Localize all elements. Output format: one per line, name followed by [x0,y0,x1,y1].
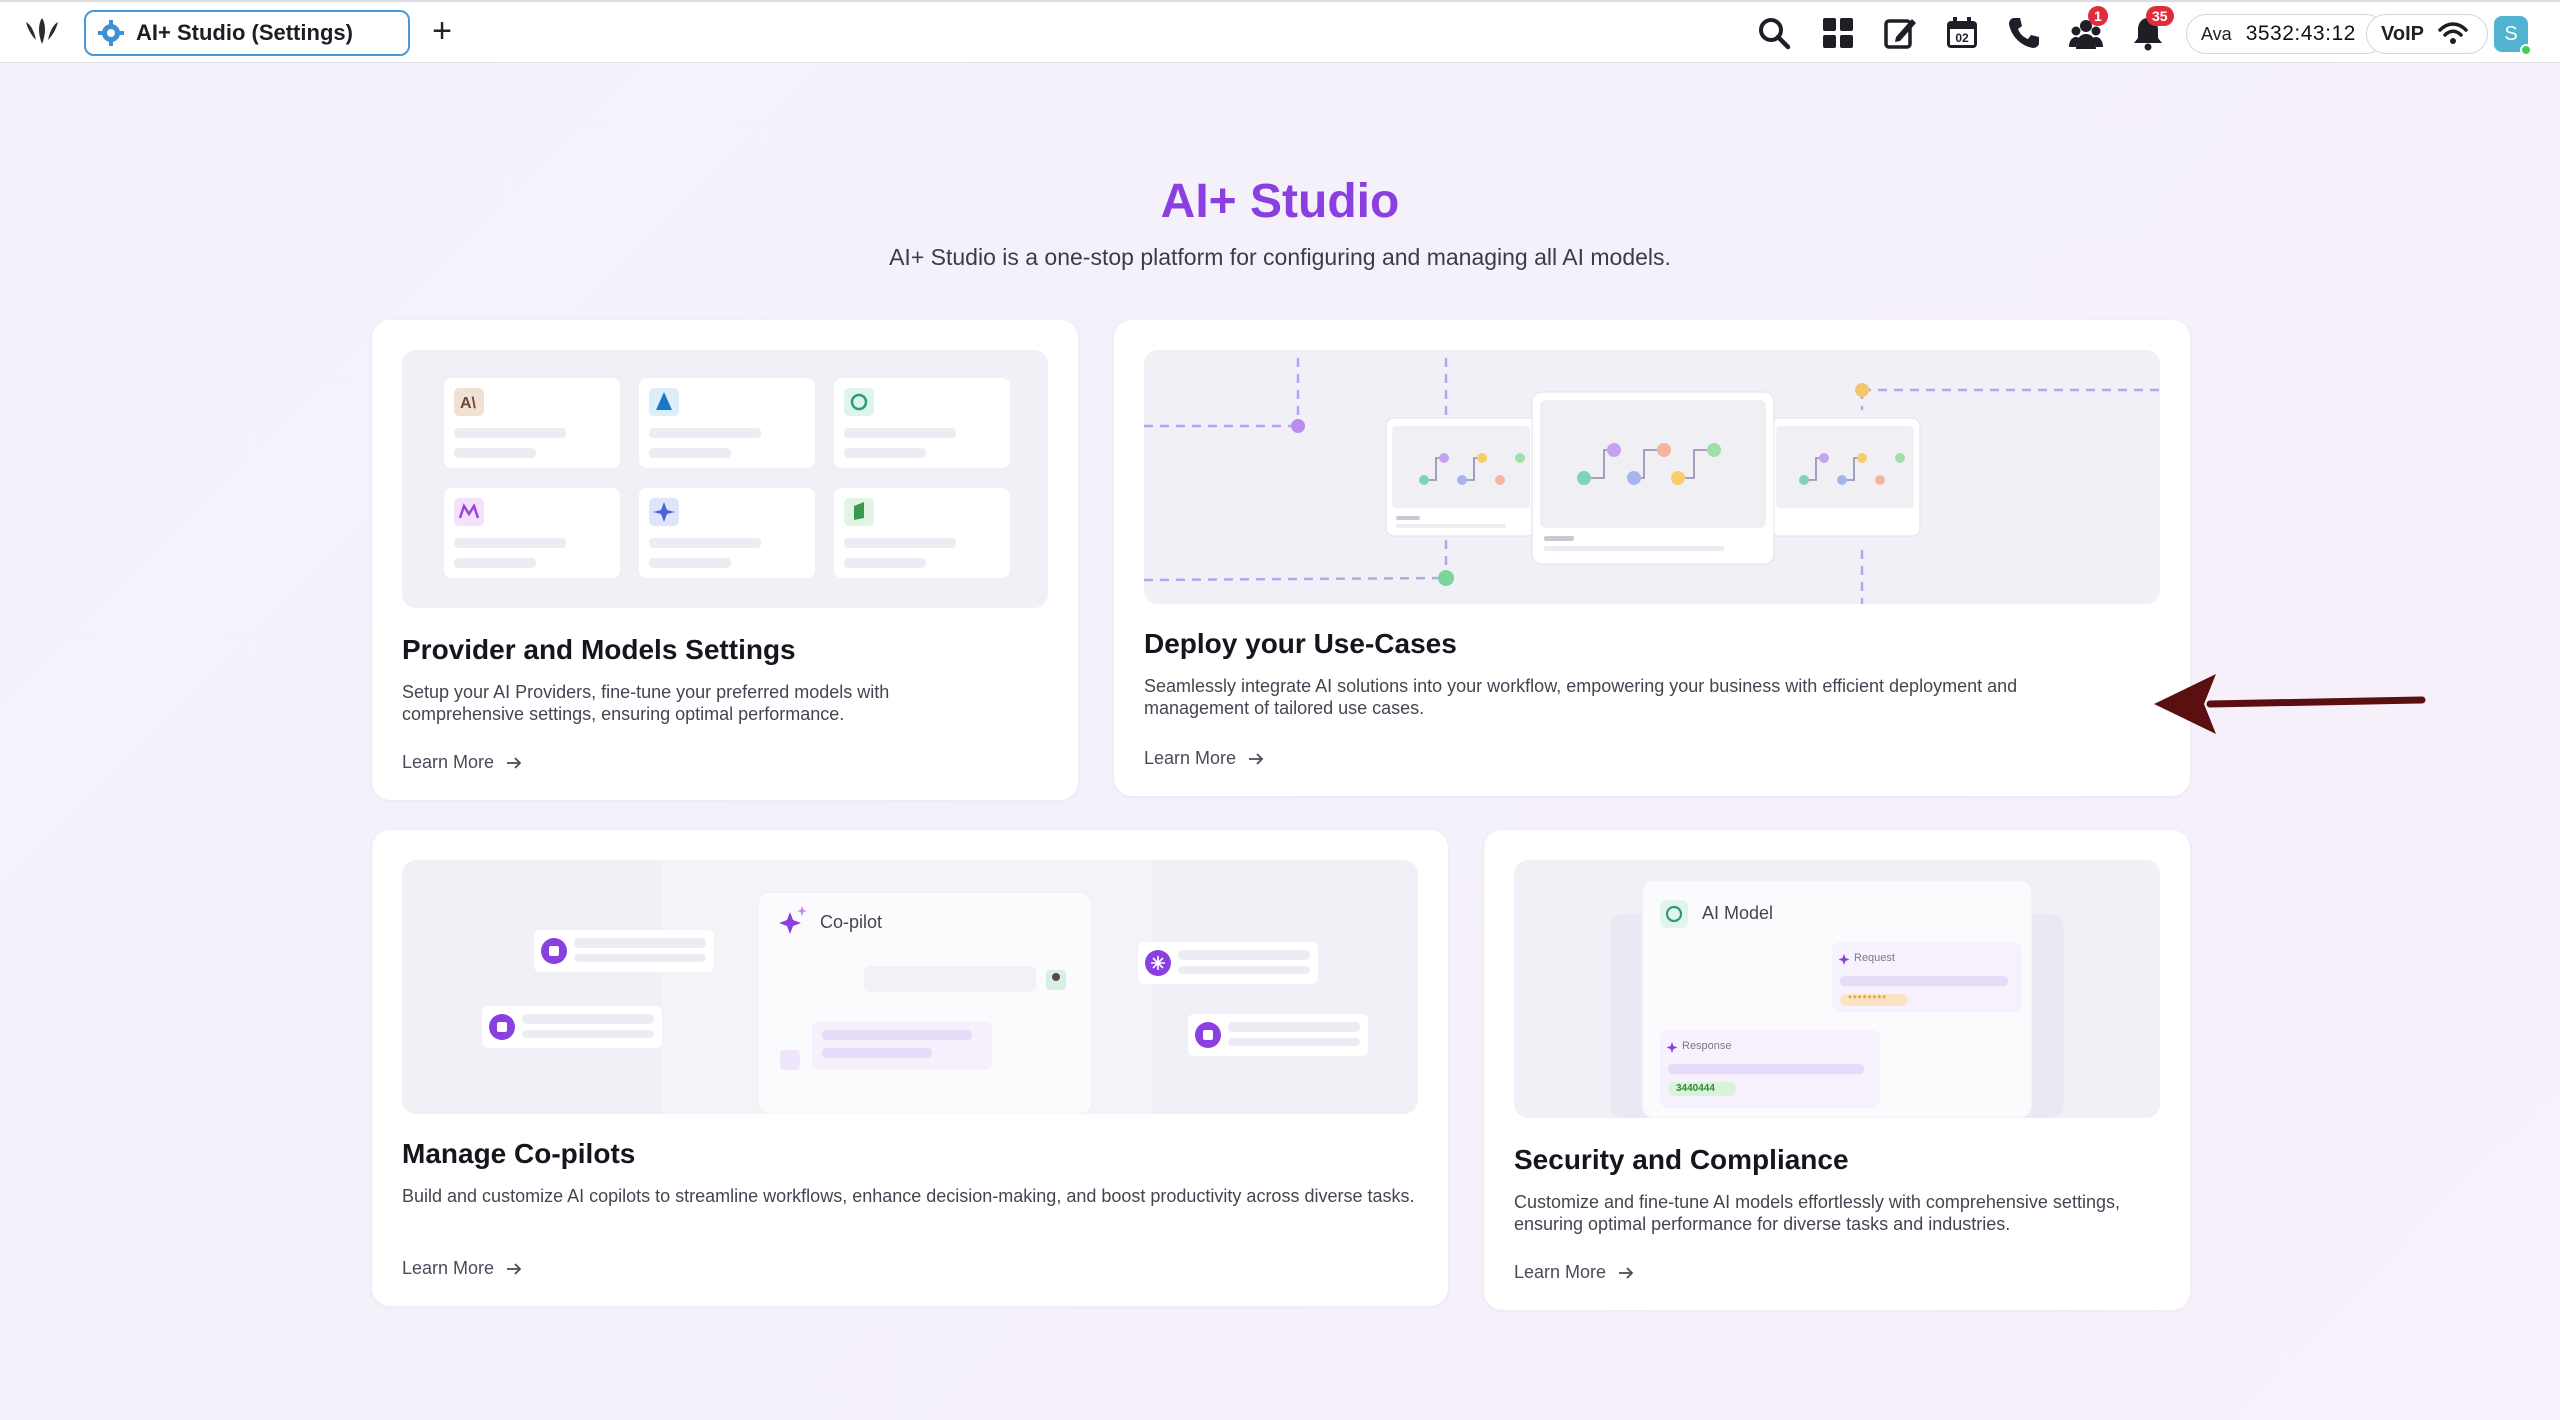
security-illustration: AI Model Request ******** Response 34404… [1514,860,2160,1118]
search-icon[interactable] [1756,15,1792,51]
learn-more-link[interactable]: Learn More [402,1258,522,1279]
voip-label: VoIP [2381,22,2424,45]
learn-more-label: Learn More [1144,748,1237,768]
learn-more-link[interactable]: Learn More [1514,1262,1634,1283]
page-subtitle: AI+ Studio is a one-stop platform for co… [889,244,1671,270]
bell-icon[interactable]: 35 [2130,6,2174,51]
wifi-icon [2438,22,2468,44]
learn-more-label: Learn More [1514,1262,1607,1282]
learn-more-link[interactable]: Learn More [1144,748,1264,769]
response-value: 3440444 [1676,1083,1715,1094]
learn-more-label: Learn More [402,1258,495,1278]
online-status-dot [2520,44,2532,56]
card-security-compliance[interactable]: AI Model Request ******** Response 34404… [1484,830,2190,1310]
agent-timer: 3532:43:12 [2245,22,2356,45]
card-description: Setup your AI Providers, fine-tune your … [402,682,890,724]
logo-icon[interactable] [20,14,64,50]
learn-more-label: Learn More [402,752,495,772]
agent-name: Ava [2201,23,2232,44]
copilots-illustration: Co-pilot [402,860,1418,1114]
tab-ai-studio-settings[interactable]: AI+ Studio (Settings) [84,10,410,56]
ai-model-label: AI Model [1702,903,1774,923]
tab-label: AI+ Studio (Settings) [136,20,353,45]
voip-status[interactable]: VoIP [2366,14,2488,54]
arrow-right-icon [507,756,522,769]
provider-models-illustration: A\ [402,350,1048,608]
compose-icon[interactable] [1882,15,1918,51]
phone-icon[interactable] [2006,15,2042,51]
copilot-label: Co-pilot [820,912,883,932]
calendar-day: 02 [1955,31,1969,45]
agent-status[interactable]: Ava 3532:43:12 [2186,14,2386,54]
svg-text:A\: A\ [460,395,477,412]
card-title: Deploy your Use-Cases [1144,628,1457,659]
annotation-arrow-icon [2154,674,2426,734]
card-title: Manage Co-pilots [402,1138,636,1169]
card-description: Build and customize AI copilots to strea… [402,1186,1415,1206]
arrow-right-icon [507,1262,522,1275]
gear-icon [98,20,124,46]
top-bar: AI+ Studio (Settings) + 02 1 35 Ava 3532… [0,0,2560,63]
plus-icon[interactable]: + [424,14,460,50]
notifications-badge: 35 [2146,6,2174,26]
request-label: Request [1854,952,1895,964]
avatar-initial: S [2504,22,2518,45]
masked-value: ******** [1848,994,1888,1005]
page-title: AI+ Studio [1160,175,1400,228]
card-deploy-use-cases[interactable]: Deploy your Use-Cases Seamlessly integra… [1114,320,2190,796]
arrow-right-icon [1249,752,1264,765]
team-icon[interactable]: 1 [2068,6,2108,51]
card-description: Seamlessly integrate AI solutions into y… [1144,676,2018,718]
learn-more-link[interactable]: Learn More [402,752,522,773]
avatar[interactable]: S [2494,16,2532,56]
response-label: Response [1682,1040,1732,1052]
card-provider-models[interactable]: A\ Provider and Models Settings Setup yo… [372,320,1078,800]
deploy-illustration [1144,350,2160,604]
card-title: Provider and Models Settings [402,634,796,665]
arrow-right-icon [1619,1266,1634,1279]
team-badge: 1 [2088,6,2108,26]
card-title: Security and Compliance [1514,1144,1849,1175]
card-description: Customize and fine-tune AI models effort… [1514,1192,2120,1234]
apps-grid-icon[interactable] [1820,15,1856,51]
calendar-icon[interactable]: 02 [1944,15,1980,51]
card-manage-copilots[interactable]: Co-pilot Manage Co-pilots Build and cust… [372,830,1448,1306]
